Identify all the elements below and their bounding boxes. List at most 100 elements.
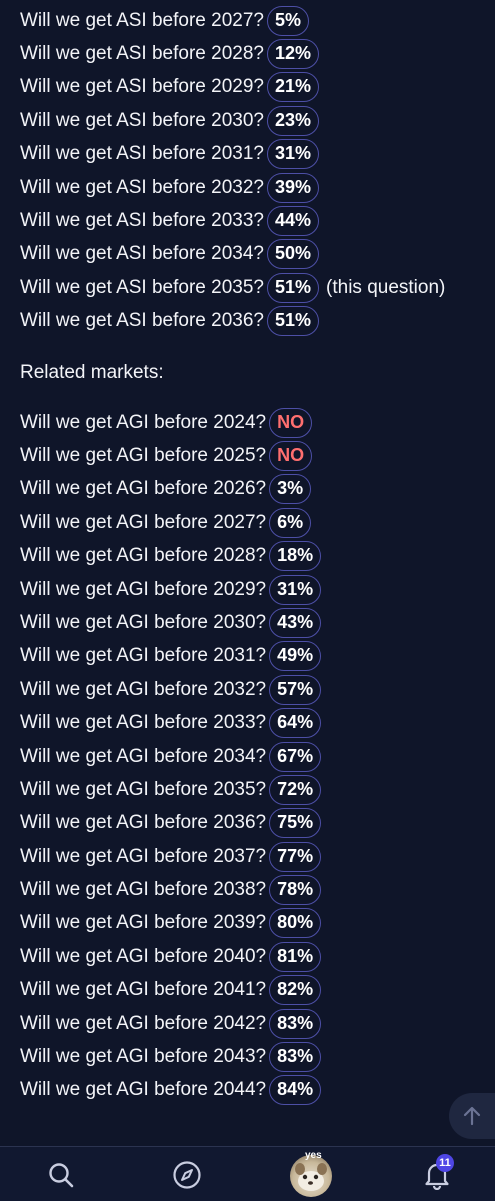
market-row: Will we get AGI before 2032? 57% xyxy=(20,673,495,706)
market-link[interactable]: Will we get AGI before 2029? xyxy=(20,579,266,601)
avatar-label: yes xyxy=(305,1150,322,1161)
market-row: Will we get ASI before 2035? 51% (this que… xyxy=(20,271,495,304)
market-row: Will we get ASI before 2034? 50% xyxy=(20,238,495,271)
market-row: Will we get AGI before 2024? NO xyxy=(20,406,495,439)
probability-badge: 6% xyxy=(269,507,312,538)
arrow-up-icon xyxy=(463,1106,481,1126)
market-row: Will we get AGI before 2033? 64% xyxy=(20,706,495,739)
market-link[interactable]: Will we get AGI before 2024? xyxy=(20,412,266,434)
market-link[interactable]: Will we get ASI before 2034? xyxy=(20,243,264,265)
probability-badge: 81% xyxy=(269,941,322,972)
probability-badge: 51% xyxy=(266,306,320,337)
market-row: Will we get AGI before 2031? 49% xyxy=(20,640,495,673)
market-link[interactable]: Will we get AGI before 2042? xyxy=(20,1013,266,1035)
market-row: Will we get AGI before 2027? 6% xyxy=(20,506,495,539)
market-row: Will we get ASI before 2033? 44% xyxy=(20,204,495,237)
market-link[interactable]: Will we get AGI before 2034? xyxy=(20,746,266,768)
resolved-badge: NO xyxy=(269,407,313,438)
market-row: Will we get ASI before 2032? 39% xyxy=(20,171,495,204)
market-link[interactable]: Will we get ASI before 2032? xyxy=(20,177,264,199)
probability-badge: 39% xyxy=(266,172,320,203)
market-link[interactable]: Will we get ASI before 2033? xyxy=(20,210,264,232)
market-row: Will we get AGI before 2038? 78% xyxy=(20,873,495,906)
market-row: Will we get AGI before 2037? 77% xyxy=(20,840,495,873)
scroll-to-top-button[interactable] xyxy=(449,1093,495,1139)
market-row: Will we get ASI before 2036? 51% xyxy=(20,305,495,338)
market-row: Will we get AGI before 2026? 3% xyxy=(20,473,495,506)
probability-badge: 75% xyxy=(269,808,322,839)
probability-badge: 50% xyxy=(266,239,320,270)
compass-icon[interactable] xyxy=(171,1159,203,1191)
probability-badge: 78% xyxy=(269,875,322,906)
asi-market-list: Will we get ASI before 2027? 5% Will we ge… xyxy=(20,4,495,338)
market-row: Will we get AGI before 2041? 82% xyxy=(20,974,495,1007)
market-row: Will we get ASI before 2030? 23% xyxy=(20,104,495,137)
market-row: Will we get AGI before 2034? 67% xyxy=(20,740,495,773)
probability-badge: 84% xyxy=(269,1075,322,1106)
probability-badge: 72% xyxy=(269,774,322,805)
probability-badge: 3% xyxy=(269,474,312,505)
market-link[interactable]: Will we get AGI before 2028? xyxy=(20,545,266,567)
probability-badge: 49% xyxy=(269,641,322,672)
market-link[interactable]: Will we get AGI before 2038? xyxy=(20,879,266,901)
probability-badge: 57% xyxy=(269,674,322,705)
market-link[interactable]: Will we get AGI before 2040? xyxy=(20,946,266,968)
market-row: Will we get AGI before 2044? 84% xyxy=(20,1074,495,1107)
market-link[interactable]: Will we get AGI before 2041? xyxy=(20,979,266,1001)
probability-badge: 43% xyxy=(269,607,322,638)
probability-badge: 67% xyxy=(269,741,322,772)
probability-badge: 51% xyxy=(266,272,320,303)
market-link[interactable]: Will we get AGI before 2026? xyxy=(20,478,266,500)
market-row: Will we get AGI before 2030? 43% xyxy=(20,606,495,639)
probability-badge: 31% xyxy=(266,139,320,170)
market-link[interactable]: Will we get AGI before 2037? xyxy=(20,846,266,868)
market-row: Will we get ASI before 2029? 21% xyxy=(20,71,495,104)
market-row: Will we get AGI before 2042? 83% xyxy=(20,1007,495,1040)
market-link[interactable]: Will we get AGI before 2033? xyxy=(20,712,266,734)
market-link[interactable]: Will we get AGI before 2035? xyxy=(20,779,266,801)
market-link[interactable]: Will we get ASI before 2031? xyxy=(20,143,264,165)
market-link[interactable]: Will we get AGI before 2031? xyxy=(20,645,266,667)
current-question-note: (this question) xyxy=(326,276,446,298)
probability-badge: 18% xyxy=(269,541,322,572)
resolved-badge: NO xyxy=(269,440,313,471)
market-link[interactable]: Will we get ASI before 2028? xyxy=(20,43,264,65)
market-link[interactable]: Will we get ASI before 2030? xyxy=(20,110,264,132)
probability-badge: 77% xyxy=(269,841,322,872)
market-row: Will we get AGI before 2028? 18% xyxy=(20,539,495,572)
market-row: Will we get ASI before 2027? 5% xyxy=(20,4,495,37)
market-link[interactable]: Will we get ASI before 2027? xyxy=(20,10,264,32)
market-row: Will we get AGI before 2039? 80% xyxy=(20,907,495,940)
market-link[interactable]: Will we get AGI before 2027? xyxy=(20,512,266,534)
market-link[interactable]: Will we get AGI before 2030? xyxy=(20,612,266,634)
market-row: Will we get AGI before 2029? 31% xyxy=(20,573,495,606)
market-row: Will we get AGI before 2035? 72% xyxy=(20,773,495,806)
market-link[interactable]: Will we get AGI before 2039? xyxy=(20,912,266,934)
probability-badge: 21% xyxy=(266,72,320,103)
probability-badge: 83% xyxy=(269,1042,322,1073)
agi-market-list: Will we get AGI before 2024? NO Will we ge… xyxy=(20,406,495,1107)
market-link[interactable]: Will we get AGI before 2032? xyxy=(20,679,266,701)
market-row: Will we get ASI before 2028? 12% xyxy=(20,37,495,70)
market-row: Will we get ASI before 2031? 31% xyxy=(20,138,495,171)
notification-count-badge: 11 xyxy=(436,1154,454,1172)
market-link[interactable]: Will we get AGI before 2043? xyxy=(20,1046,266,1068)
avatar[interactable] xyxy=(290,1155,332,1197)
probability-badge: 31% xyxy=(269,574,322,605)
market-link[interactable]: Will we get AGI before 2044? xyxy=(20,1079,266,1101)
related-markets-heading: Related markets: xyxy=(20,361,164,383)
probability-badge: 64% xyxy=(269,708,322,739)
market-row: Will we get AGI before 2025? NO xyxy=(20,439,495,472)
probability-badge: 44% xyxy=(266,206,320,237)
market-link[interactable]: Will we get AGI before 2036? xyxy=(20,812,266,834)
market-link[interactable]: Will we get ASI before 2035? xyxy=(20,277,264,299)
probability-badge: 82% xyxy=(269,975,322,1006)
market-link[interactable]: Will we get AGI before 2025? xyxy=(20,445,266,467)
probability-badge: 5% xyxy=(266,5,309,36)
market-description: Will we get ASI before 2027? 5% Will we ge… xyxy=(20,4,495,1107)
market-row: Will we get AGI before 2040? 81% xyxy=(20,940,495,973)
market-link[interactable]: Will we get ASI before 2036? xyxy=(20,310,264,332)
search-icon[interactable] xyxy=(45,1159,77,1191)
market-link[interactable]: Will we get ASI before 2029? xyxy=(20,76,264,98)
probability-badge: 23% xyxy=(266,105,320,136)
